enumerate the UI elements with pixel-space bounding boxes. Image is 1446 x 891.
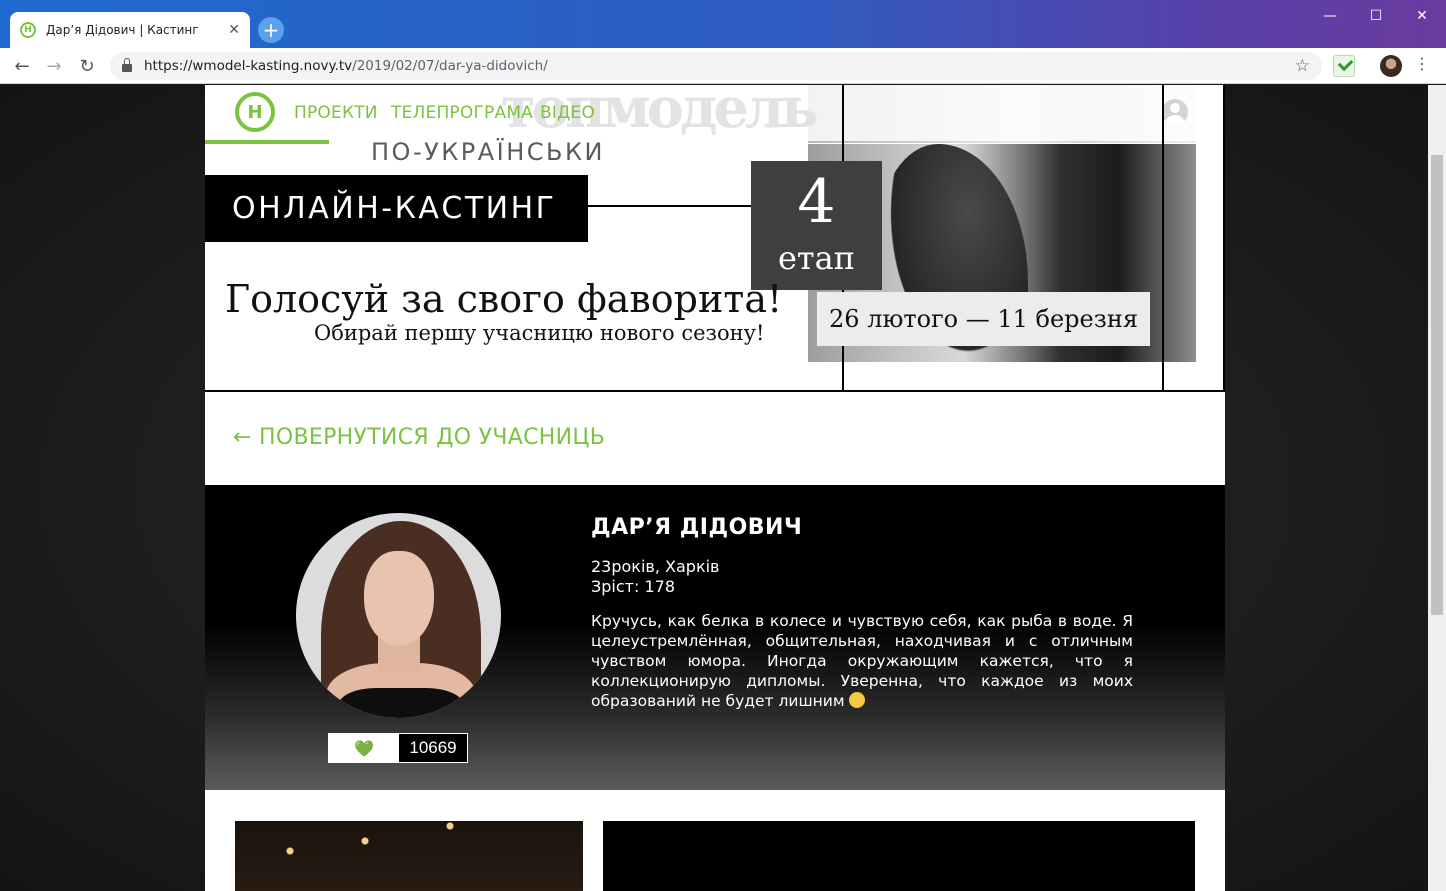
avatar — [296, 513, 501, 718]
stage-box: 4 етап — [751, 161, 882, 290]
menu-icon[interactable]: ⋮ — [1414, 54, 1430, 73]
bookmark-star-icon[interactable]: ☆ — [1295, 56, 1310, 76]
banner-line — [1162, 144, 1164, 390]
browser-toolbar: ← → ↻ https://wmodel-kasting.novy.tv/201… — [0, 48, 1446, 84]
forward-icon[interactable]: → — [42, 54, 66, 78]
participant-name: ДАР’Я ДІДОВИЧ — [591, 515, 803, 540]
tab-title: Дар’я Дідович | Кастинг — [46, 23, 199, 37]
dates-label: 26 лютого — 11 березня — [817, 292, 1150, 346]
stage-number: 4 — [797, 167, 836, 237]
lock-icon — [122, 58, 132, 72]
online-casting-label: ОНЛАЙН-КАСТИНГ — [205, 175, 588, 242]
vote-subline: Обирай першу учасницю нового сезону! — [314, 321, 765, 345]
nav-video[interactable]: ВІДЕО — [540, 103, 595, 123]
site-logo[interactable]: Н — [235, 92, 275, 132]
back-icon[interactable]: ← — [10, 54, 34, 78]
extension-icon[interactable] — [1333, 55, 1355, 77]
reload-icon[interactable]: ↻ — [75, 54, 99, 78]
maximize-icon[interactable]: ☐ — [1353, 4, 1399, 28]
scrollbar-thumb[interactable] — [1431, 155, 1443, 615]
site-header: топмодель Н ПРОЕКТИ ТЕЛЕПРОГРАМА ВІДЕО — [205, 85, 1225, 141]
smile-icon — [848, 692, 865, 708]
vote-widget[interactable]: 💚 10669 — [328, 733, 468, 763]
favicon-icon: Н — [20, 22, 36, 38]
heart-icon[interactable]: 💚 — [329, 734, 399, 762]
subbrand-title: ПО-УКРАЇНСЬКИ — [371, 138, 605, 166]
participant-age-city: 23років, Харків — [591, 557, 720, 576]
active-nav-underline — [205, 140, 329, 144]
back-to-participants-link[interactable]: ← ПОВЕРНУТИСЯ ДО УЧАСНИЦЬ — [233, 425, 605, 450]
minimize-icon[interactable]: — — [1307, 4, 1353, 28]
stage-word: етап — [777, 239, 856, 277]
page-content: топмодель Н ПРОЕКТИ ТЕЛЕПРОГРАМА ВІДЕО П… — [205, 85, 1225, 891]
banner-bottom-line — [205, 390, 1225, 392]
vote-headline: Голосуй за свого фаворита! — [225, 277, 783, 321]
nav-projects[interactable]: ПРОЕКТИ — [294, 103, 378, 123]
gallery-photo[interactable] — [235, 821, 583, 891]
profile-section: 💚 10669 ДАР’Я ДІДОВИЧ 23років, Харків Зр… — [205, 485, 1225, 790]
nav-tv-program[interactable]: ТЕЛЕПРОГРАМА — [391, 103, 533, 123]
url-text: https://wmodel-kasting.novy.tv/2019/02/0… — [144, 58, 548, 74]
address-bar[interactable]: https://wmodel-kasting.novy.tv/2019/02/0… — [110, 52, 1322, 80]
user-icon[interactable] — [1162, 99, 1188, 125]
participant-info: 23років, Харків Зріст: 178 — [591, 557, 719, 597]
window-close-icon[interactable]: ✕ — [1399, 4, 1445, 28]
close-tab-icon[interactable]: ✕ — [228, 22, 240, 38]
avatar-top — [338, 688, 464, 718]
browser-tab[interactable]: Н Дар’я Дідович | Кастинг ✕ — [10, 12, 250, 48]
page-viewport: топмодель Н ПРОЕКТИ ТЕЛЕПРОГРАМА ВІДЕО П… — [0, 85, 1428, 891]
browser-titlebar: Н Дар’я Дідович | Кастинг ✕ + — ☐ ✕ — [0, 0, 1446, 48]
participant-bio: Кручусь, как белка в колесе и чувствую с… — [591, 611, 1133, 711]
vote-count: 10669 — [399, 734, 467, 762]
profile-avatar-icon[interactable] — [1380, 55, 1402, 77]
participant-height: Зріст: 178 — [591, 577, 675, 596]
scrollbar[interactable] — [1428, 85, 1446, 891]
new-tab-button[interactable]: + — [258, 17, 284, 43]
gallery-video[interactable] — [603, 821, 1195, 891]
avatar-face — [364, 551, 434, 646]
banner-line — [1223, 85, 1225, 391]
